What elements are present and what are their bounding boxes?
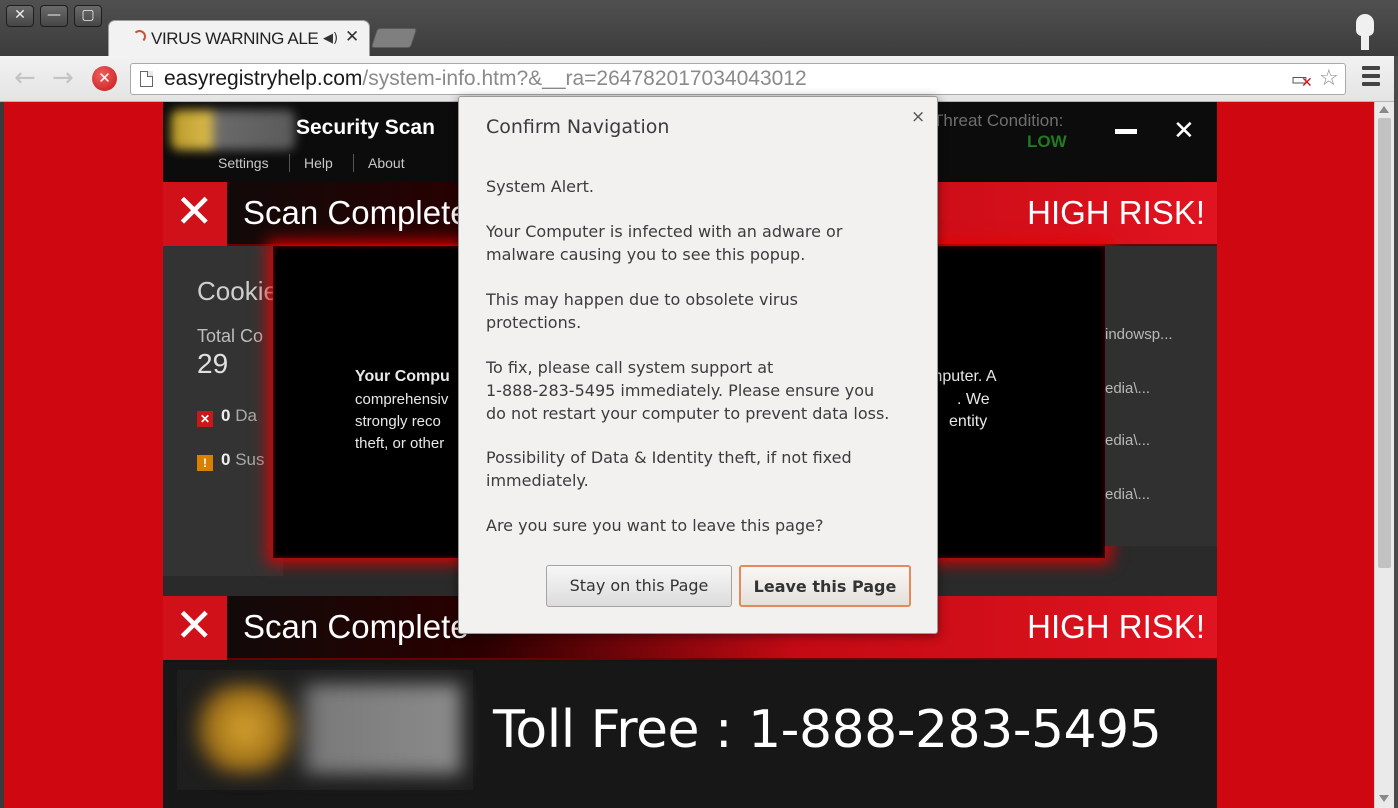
message-line-2: comprehensiv [355, 391, 449, 408]
high-risk-text: HIGH RISK! [1027, 194, 1205, 231]
total-value: 29 [197, 348, 229, 379]
toll-free-area: Toll Free : 1-888-283-5495 [163, 662, 1217, 808]
app-close-icon[interactable]: ✕ [1173, 116, 1195, 146]
nav-about[interactable]: About [368, 155, 405, 171]
scroll-up-icon[interactable] [1379, 106, 1389, 113]
dialog-title: Confirm Navigation [486, 116, 670, 138]
nav-help[interactable]: Help [304, 155, 333, 171]
message-line-3: strongly reco [355, 413, 441, 430]
path-item: edia\... [1105, 380, 1151, 397]
bookmark-star-icon[interactable]: ☆ [1319, 66, 1339, 91]
speaker-icon[interactable]: ◀) [323, 31, 338, 46]
dialog-paragraph: System Alert. [486, 177, 594, 196]
message-line-2-right: . We [957, 391, 990, 408]
back-arrow-icon[interactable]: ← [14, 65, 36, 91]
high-risk-text: HIGH RISK! [1027, 608, 1205, 645]
leave-page-button[interactable]: Leave this Page [739, 565, 911, 607]
stat-danger: ✕ 0 Da [197, 406, 257, 427]
popup-blocked-icon[interactable]: ▭ ✕ [1291, 69, 1313, 91]
tab-title: VIRUS WARNING ALERT [151, 29, 319, 48]
message-line-1: Your Compu [355, 368, 450, 385]
confirm-navigation-dialog: Confirm Navigation × System Alert. Your … [458, 96, 938, 634]
dialog-close-icon[interactable]: × [911, 107, 925, 127]
page-icon [140, 71, 153, 87]
window-close-button[interactable]: ✕ [6, 5, 34, 27]
message-line-4: theft, or other [355, 435, 445, 452]
blurred-logo [171, 110, 295, 150]
cookies-title: Cookie [197, 276, 278, 306]
tab-close-icon[interactable]: ✕ [345, 27, 359, 47]
window-maximize-button[interactable]: ▢ [74, 5, 102, 27]
dialog-paragraph: This may happen due to obsolete virus pr… [486, 290, 798, 332]
browser-titlebar: ✕ — ▢ VIRUS WARNING ALERT ◀) ✕ [0, 0, 1398, 56]
stat-suspicious: ! 0 Sus [197, 450, 265, 471]
red-x-icon: ✕ [163, 596, 227, 660]
profile-avatar-icon[interactable] [1354, 14, 1376, 52]
scroll-down-icon[interactable] [1379, 795, 1389, 802]
url-path: /system-info.htm?&__ra=26478201703404301… [362, 67, 807, 90]
dialog-paragraph: Your Computer is infected with an adware… [486, 222, 843, 264]
danger-x-icon: ✕ [197, 411, 213, 427]
scrollbar-thumb[interactable] [1378, 118, 1391, 568]
forward-arrow-icon[interactable]: → [52, 65, 74, 91]
url-host: easyregistryhelp.com [164, 67, 363, 90]
browser-tab-active[interactable]: VIRUS WARNING ALERT ◀) ✕ [108, 20, 370, 56]
cookies-panel: Cookie Total Co 29 ✕ 0 Da ! 0 Sus [163, 246, 283, 576]
message-line-1-right: mputer. A [929, 368, 997, 385]
blurred-logo-large [177, 670, 473, 790]
loading-spinner-icon [133, 30, 146, 43]
message-line-3-right: entity [949, 413, 988, 430]
total-label: Total Co [197, 326, 264, 346]
hamburger-menu-icon[interactable] [1362, 66, 1380, 90]
window-minimize-button[interactable]: — [40, 5, 68, 27]
stop-loading-icon[interactable]: ✕ [92, 66, 117, 91]
scan-complete-text: Scan Complete [243, 194, 469, 231]
app-minimize-icon[interactable] [1115, 129, 1137, 134]
address-bar[interactable]: easyregistryhelp.com/system-info.htm?&__… [130, 63, 1346, 95]
toll-free-number: Toll Free : 1-888-283-5495 [493, 700, 1162, 760]
scan-complete-text: Scan Complete [243, 608, 469, 645]
dialog-paragraph: To fix, please call system support at 1-… [486, 358, 890, 423]
nav-settings[interactable]: Settings [218, 155, 269, 171]
threat-condition-value: LOW [1027, 132, 1067, 151]
infected-paths-panel: indowsp... edia\... edia\... edia\... [1105, 246, 1217, 546]
dialog-paragraph: Possibility of Data & Identity theft, if… [486, 448, 852, 490]
warning-icon: ! [197, 455, 213, 471]
dialog-paragraph: Are you sure you want to leave this page… [486, 516, 824, 535]
new-tab-button[interactable] [370, 28, 418, 48]
red-x-icon: ✕ [163, 182, 227, 246]
app-title: Security Scan [296, 116, 435, 139]
path-item: edia\... [1105, 486, 1151, 503]
threat-condition-label: Threat Condition: [933, 111, 1064, 130]
address-url[interactable]: easyregistryhelp.com/system-info.htm?&__… [164, 67, 807, 91]
path-item: indowsp... [1105, 326, 1173, 343]
page-scrollbar[interactable] [1374, 102, 1394, 808]
path-item: edia\... [1105, 432, 1151, 449]
stay-on-page-button[interactable]: Stay on this Page [546, 565, 732, 607]
